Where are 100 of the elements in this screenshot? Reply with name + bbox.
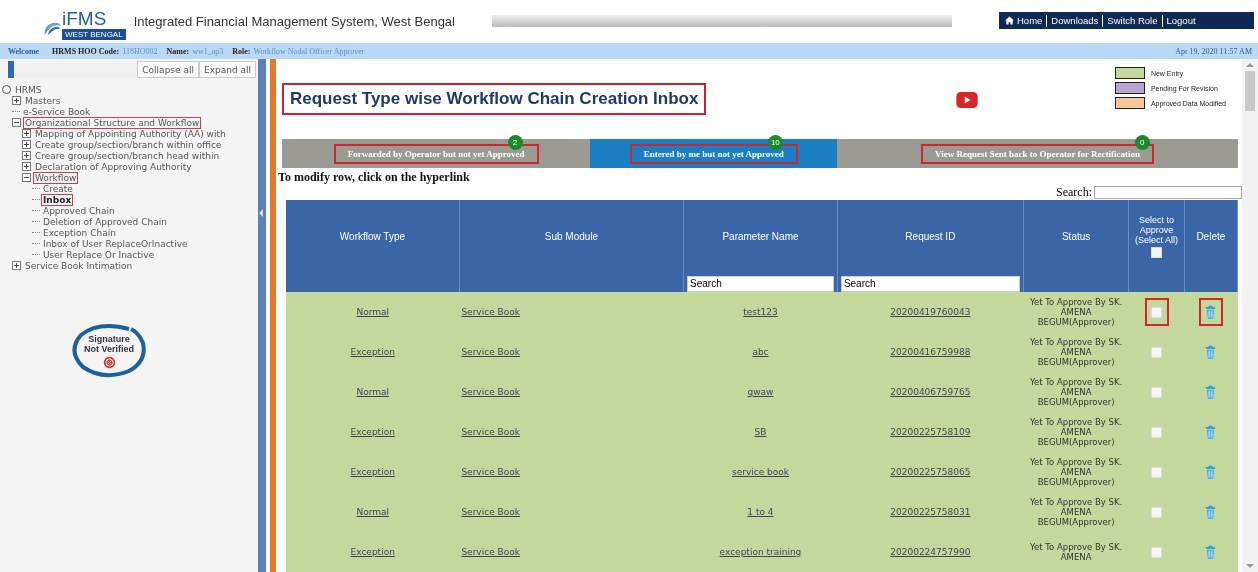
scrollbar[interactable] [1242,59,1258,572]
request-id-link[interactable]: 20200225758065 [890,467,971,477]
sub-module-link[interactable]: Service Book [461,307,520,317]
trash-icon[interactable] [1205,344,1217,360]
approve-checkbox[interactable] [1151,546,1163,558]
tree-item[interactable]: Approved Chain [41,204,117,217]
column-header: Select to Approve (Select All) [1128,200,1185,272]
status-text: Yet To Approve By SK. AMENA BEGUM(Approver) [1029,297,1123,327]
tree-item[interactable]: HRMS [13,83,44,96]
nav-link[interactable]: Downloads [1051,15,1099,26]
column-header: Parameter Name [683,200,838,272]
instruction-text: To modify row, click on the hyperlink [278,170,471,185]
request-id-link[interactable]: 20200416759988 [890,347,971,357]
request-id-link[interactable]: 20200419760043 [890,307,971,317]
tree-item[interactable]: e-Service Book [21,105,93,118]
workflow-type-link[interactable]: Exception [350,467,395,477]
parameter-link[interactable]: abc [752,347,769,357]
expand-icon[interactable] [22,162,31,171]
page-title: Request Type wise Workflow Chain Creation Inbox [282,83,707,115]
expand-icon[interactable] [22,140,31,149]
search-label: Search: [1056,185,1092,200]
tree-item[interactable]: Inbox of User ReplaceOrInactive [41,237,190,250]
workflow-type-link[interactable]: Normal [356,387,389,397]
parameter-link[interactable]: SB [754,427,767,437]
trash-icon[interactable] [1205,384,1217,400]
logo: iFMS WEST BENGAL [42,3,126,40]
tree-item[interactable]: Create group/section/branch within office [33,138,224,151]
approve-checkbox[interactable] [1151,466,1163,478]
nav-link[interactable]: Switch Role [1107,15,1158,26]
code-value: 118HO002 [122,46,158,56]
status-text: Yet To Approve By SK. AMENA BEGUM(Approver) [1029,497,1123,527]
column-header: Status [1023,200,1129,272]
video-play-icon[interactable] [956,92,979,108]
sub-module-link[interactable]: Service Book [461,467,520,477]
workflow-type-link[interactable]: Exception [350,427,395,437]
sub-module-link[interactable]: Service Book [461,507,520,517]
tree-item[interactable]: Creare group/section/branch head within [33,149,222,162]
workflow-type-link[interactable]: Exception [350,547,395,557]
parameter-link[interactable]: service book [731,467,789,477]
status-text: Yet To Approve By SK. AMENA BEGUM(Approver) [1029,337,1123,367]
filter-field[interactable]: Search [687,275,834,292]
tree-item[interactable]: Exception Chain [41,226,118,239]
trash-icon[interactable] [1205,544,1217,560]
signature-badge: Signature Not Verified [69,321,149,381]
expand-icon[interactable] [12,96,21,105]
expand-icon[interactable] [12,261,21,270]
role-label: Role: [232,46,251,56]
tree-item[interactable]: User Replace Or Inactive [41,248,157,261]
status-text: Yet To Approve By SK. AMENA BEGUM(Approver) [1029,377,1123,407]
workflow-type-link[interactable]: Exception [350,347,395,357]
tree-button[interactable]: Expand all [198,61,256,78]
approve-checkbox[interactable] [1151,346,1163,358]
collapse-icon[interactable] [22,173,31,182]
trash-icon[interactable] [1205,464,1217,480]
approve-checkbox[interactable] [1151,426,1163,438]
parameter-link[interactable]: test123 [743,307,778,317]
trash-icon[interactable] [1205,504,1217,520]
trash-icon[interactable] [1205,424,1217,440]
workflow-type-link[interactable]: Normal [356,307,389,317]
parameter-link[interactable]: 1 to 4 [747,507,774,517]
parameter-link[interactable]: exception training [719,547,802,557]
trash-icon[interactable] [1205,304,1217,320]
nav-link[interactable]: Logout [1166,15,1196,26]
filter-field[interactable]: Search [840,275,1020,292]
search-field[interactable] [1094,186,1242,199]
site-title: Integrated Financial Management System, West Bengal [133,14,455,29]
sub-module-link[interactable]: Service Book [461,427,520,437]
workflow-type-link[interactable]: Normal [356,507,389,517]
approve-checkbox[interactable] [1151,386,1163,398]
expand-icon[interactable] [22,129,31,138]
tree-item[interactable]: Organizational Structure and Workflow [23,116,202,129]
sub-module-link[interactable]: Service Book [461,387,520,397]
tree-item[interactable]: Create [41,182,75,195]
request-id-link[interactable]: 20200224757990 [890,547,971,557]
request-id-link[interactable]: 20200225758109 [890,427,971,437]
column-header: Delete [1184,200,1238,272]
nav-link[interactable]: Home [1005,15,1043,26]
sub-module-link[interactable]: Service Book [461,547,520,557]
collapse-icon[interactable] [12,118,21,127]
tree-item[interactable]: Declaration of Approving Authority [33,160,194,173]
sub-module-link[interactable]: Service Book [461,347,520,357]
parameter-link[interactable]: qwaw [747,387,774,397]
select-all-checkbox[interactable] [1151,246,1163,258]
role-value: Workflow Nodal Officer Approver [253,46,365,56]
name-value: ww1_ap3 [192,46,224,56]
tree-button[interactable]: Collapse all [137,61,199,78]
tree-item[interactable]: Service Book Intimation [23,259,135,272]
tree-item[interactable]: Deletion of Approved Chain [41,215,169,228]
pane-splitter[interactable] [258,59,266,572]
column-header: Sub Module [459,200,684,272]
tree-item[interactable]: Masters [23,94,63,107]
approve-checkbox[interactable] [1151,306,1163,318]
tree-item[interactable]: Mapping of Appointing Authority (AA) with [33,127,228,140]
expand-icon[interactable] [22,151,31,160]
tree-item[interactable]: Workflow [33,171,79,184]
request-id-link[interactable]: 20200406759765 [890,387,971,397]
approve-checkbox[interactable] [1151,506,1163,518]
tree-item[interactable]: Inbox [41,193,74,206]
status-text: Yet To Approve By SK. AMENA BEGUM(Approver) [1029,417,1123,447]
request-id-link[interactable]: 20200225758031 [890,507,971,517]
